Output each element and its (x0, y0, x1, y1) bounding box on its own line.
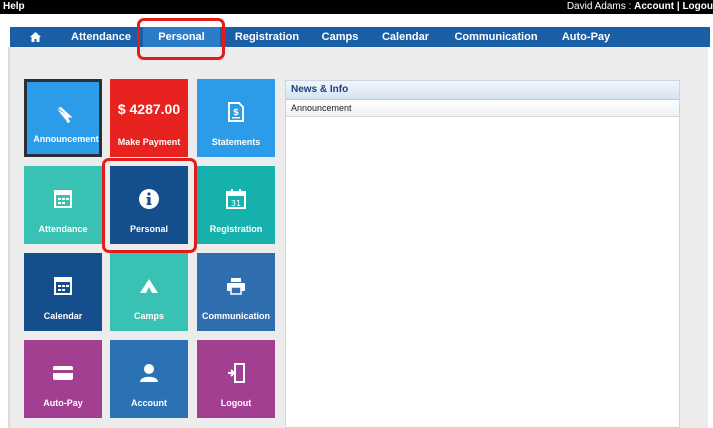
tile-statements[interactable]: $ Statements (197, 79, 275, 157)
news-row-announcement[interactable]: Announcement (286, 100, 679, 117)
nav-camps[interactable]: Camps (313, 27, 367, 47)
tile-auto-pay[interactable]: Auto-Pay (24, 340, 102, 418)
nav-personal[interactable]: Personal (143, 27, 220, 47)
tile-label: Attendance (38, 224, 88, 234)
user-area: David Adams : Account | Logou (567, 0, 713, 14)
tile-label: Statements (211, 137, 261, 147)
tile-attendance[interactable]: Attendance (24, 166, 102, 244)
tile-announcement[interactable]: Announcement (24, 79, 102, 157)
calendar-icon (24, 273, 102, 299)
svg-text:$: $ (233, 108, 239, 118)
tile-logout[interactable]: Logout (197, 340, 275, 418)
nav-auto-pay[interactable]: Auto-Pay (550, 27, 622, 47)
payment-amount: $ 4287.00 (117, 101, 181, 117)
user-icon (110, 360, 188, 386)
tile-registration[interactable]: 31 Registration (197, 166, 275, 244)
tile-communication[interactable]: Communication (197, 253, 275, 331)
user-name: David Adams (566, 1, 626, 12)
tile-label: Personal (129, 224, 169, 234)
nav-calendar[interactable]: Calendar (373, 27, 438, 47)
tile-label: Logout (220, 398, 252, 408)
news-info-panel: News & Info Announcement (285, 80, 680, 428)
user-separator: : (625, 1, 635, 12)
tile-calendar[interactable]: Calendar (24, 253, 102, 331)
calendar-31-icon: 31 (197, 186, 275, 212)
content-border (8, 47, 10, 428)
megaphone-icon (27, 102, 105, 128)
tile-account[interactable]: Account (110, 340, 188, 418)
tile-label: Camps (133, 311, 164, 321)
tile-label: Communication (201, 311, 270, 321)
nav-communication[interactable]: Communication (446, 27, 546, 47)
tent-icon (110, 273, 188, 299)
exit-door-icon (197, 360, 275, 386)
tile-label: Auto-Pay (43, 398, 83, 408)
tile-label: Calendar (43, 311, 83, 321)
info-icon (110, 186, 188, 212)
news-title: News & Info (286, 81, 679, 100)
svg-text:31: 31 (231, 199, 241, 208)
tile-label: Registration (209, 224, 263, 234)
document-dollar-icon: $ (197, 99, 275, 125)
logout-link[interactable]: Logou (682, 1, 713, 12)
nav-registration[interactable]: Registration (224, 27, 310, 47)
grid-calendar-icon (24, 186, 102, 212)
tile-personal[interactable]: Personal (110, 166, 188, 244)
printer-icon (197, 273, 275, 299)
tile-make-payment[interactable]: $ 4287.00 Make Payment (110, 79, 188, 157)
nav-attendance[interactable]: Attendance (62, 27, 140, 47)
tile-camps[interactable]: Camps (110, 253, 188, 331)
home-icon (29, 31, 41, 43)
credit-card-icon (24, 360, 102, 386)
tile-label: Account (131, 398, 167, 408)
help-link[interactable]: Help (3, 0, 25, 14)
nav-home[interactable] (22, 27, 48, 47)
top-bar: Help David Adams : Account | Logou (0, 0, 713, 14)
tile-label: Make Payment (117, 137, 181, 147)
tile-label: Announcement (33, 134, 99, 144)
account-link[interactable]: Account (634, 1, 674, 12)
